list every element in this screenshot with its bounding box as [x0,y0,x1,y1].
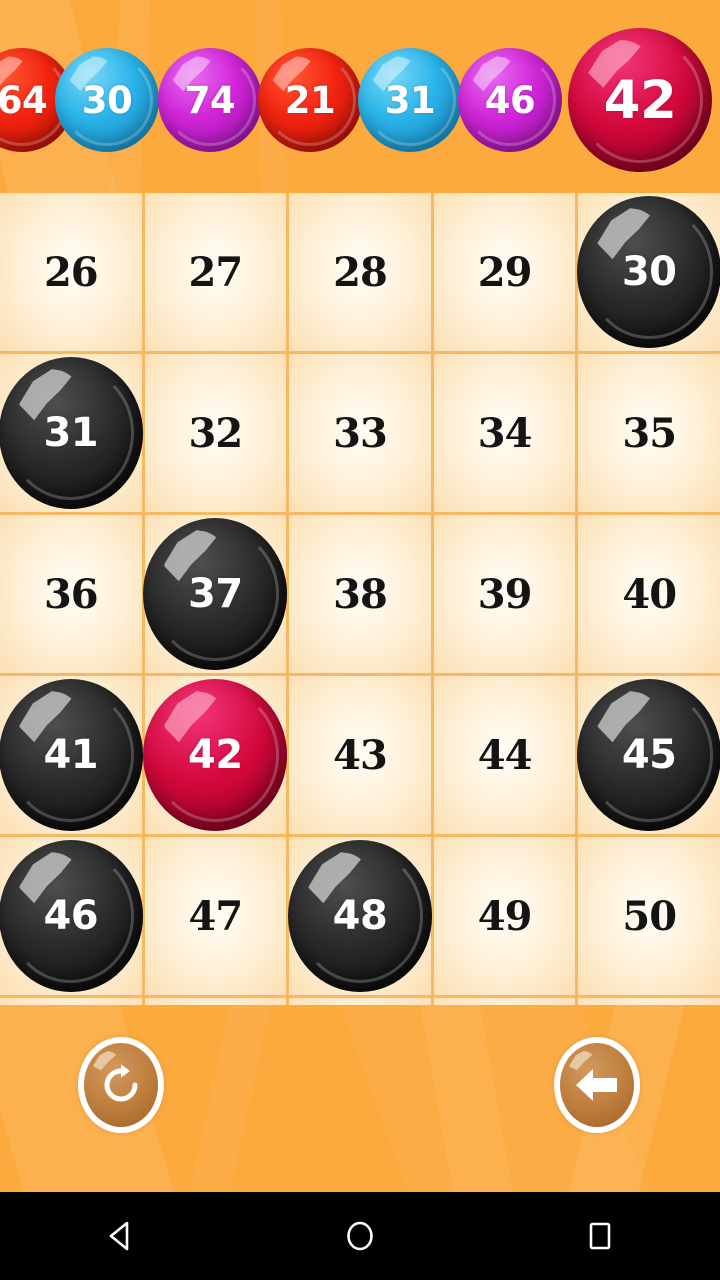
grid-cell-label: 44 [477,731,533,779]
grid-cell-45[interactable]: 45 [577,676,720,834]
number-grid-container[interactable]: 26 27 28 29 30 31 32 33 34 35 36 37 38 39 40 41 42 43 44 45… [0,193,720,1005]
grid-cell-42[interactable]: 42 [143,676,288,834]
grid-cell-label: 34 [477,409,533,457]
ball-21[interactable]: 21 [258,48,362,152]
grid-cell-partial[interactable] [0,998,142,1005]
nav-recents-button[interactable] [540,1192,660,1280]
back-button[interactable] [554,1037,640,1133]
grid-cell-41[interactable]: 41 [0,676,143,834]
grid-cell-46[interactable]: 46 [0,837,143,995]
grid-cell-36[interactable]: 36 [0,515,142,673]
ball-number: 41 [43,732,99,778]
grid-cell-label: 29 [477,248,533,296]
ball-number: 42 [603,69,677,131]
grid-cell-label: 36 [43,570,99,618]
grid-cell-33[interactable]: 33 [289,354,431,512]
nav-back-button[interactable] [60,1192,180,1280]
android-navigation-bar [0,1192,720,1280]
ball-number: 46 [484,78,536,122]
ball-45[interactable]: 45 [577,679,720,831]
ball-number: 31 [384,78,436,122]
grid-cell-31[interactable]: 31 [0,354,143,512]
grid-cell-29[interactable]: 29 [433,193,576,351]
grid-cell-label: 47 [188,892,244,940]
game-screen: 64 30 74 21 31 46 42 26 27 28 29 30 31 32 33 34 35 36 37 3… [0,0,720,1280]
grid-cell-partial[interactable] [433,998,576,1005]
grid-cell-label: 33 [333,409,388,457]
grid-cell-32[interactable]: 32 [144,354,287,512]
ball-37[interactable]: 37 [143,518,288,670]
ball-42[interactable]: 42 [143,679,288,831]
grid-cell-34[interactable]: 34 [433,354,576,512]
grid-cell-label: 26 [43,248,99,296]
grid-cell-label: 40 [622,570,677,618]
grid-cell-38[interactable]: 38 [289,515,431,673]
number-grid: 26 27 28 29 30 31 32 33 34 35 36 37 38 39 40 41 42 43 44 45… [0,193,720,1005]
ball-number: 21 [284,78,336,122]
recently-drawn-balls: 64 30 74 21 31 46 42 [0,0,720,192]
grid-cell-40[interactable]: 40 [578,515,720,673]
nav-home-button[interactable] [300,1192,420,1280]
grid-cell-label: 32 [188,409,244,457]
triangle-back-icon [109,1221,129,1251]
ball-74[interactable]: 74 [158,48,262,152]
grid-cell-37[interactable]: 37 [143,515,288,673]
ball-number: 37 [188,571,243,617]
grid-cell-48[interactable]: 48 [287,837,432,995]
grid-cell-label: 49 [477,892,533,940]
grid-cell-47[interactable]: 47 [144,837,287,995]
grid-cell-44[interactable]: 44 [433,676,576,834]
circle-home-icon [347,1221,373,1251]
ball-number: 46 [43,893,99,939]
grid-cell-partial[interactable] [144,998,287,1005]
bottom-controls: Next [0,1005,720,1192]
ball-number: 30 [621,249,677,295]
grid-cell-label: 35 [622,409,677,457]
grid-cell-label: 38 [333,570,388,618]
ball-number: 45 [621,732,677,778]
grid-cell-label: 43 [333,731,388,779]
square-recents-icon [589,1222,611,1250]
ball-number: 74 [184,78,236,122]
ball-46[interactable]: 46 [0,840,143,992]
grid-cell-43[interactable]: 43 [289,676,431,834]
ball-number: 42 [188,732,243,778]
grid-cell-50[interactable]: 50 [578,837,720,995]
grid-cell-label: 27 [188,248,244,296]
grid-cell-39[interactable]: 39 [433,515,576,673]
ball-30[interactable]: 30 [55,48,159,152]
ball-42[interactable]: 42 [568,28,712,172]
grid-cell-35[interactable]: 35 [578,354,720,512]
grid-cell-partial[interactable] [289,998,431,1005]
grid-cell-label: 28 [333,248,388,296]
ball-31[interactable]: 31 [0,357,143,509]
ball-48[interactable]: 48 [287,840,432,992]
grid-cell-26[interactable]: 26 [0,193,142,351]
ball-number: 31 [43,410,99,456]
ball-number: 64 [0,78,48,122]
grid-cell-partial[interactable] [578,998,720,1005]
refresh-button[interactable] [78,1037,164,1133]
grid-cell-27[interactable]: 27 [144,193,287,351]
ball-number: 30 [81,78,133,122]
ball-30[interactable]: 30 [577,196,720,348]
ball-41[interactable]: 41 [0,679,143,831]
grid-cell-28[interactable]: 28 [289,193,431,351]
refresh-icon [104,1064,138,1102]
ball-31[interactable]: 31 [358,48,462,152]
arrow-left-icon [576,1069,617,1101]
ball-number: 48 [332,893,388,939]
ball-46[interactable]: 46 [458,48,562,152]
grid-cell-30[interactable]: 30 [577,193,720,351]
grid-cell-label: 39 [477,570,533,618]
grid-cell-49[interactable]: 49 [433,837,576,995]
grid-cell-label: 50 [622,892,677,940]
